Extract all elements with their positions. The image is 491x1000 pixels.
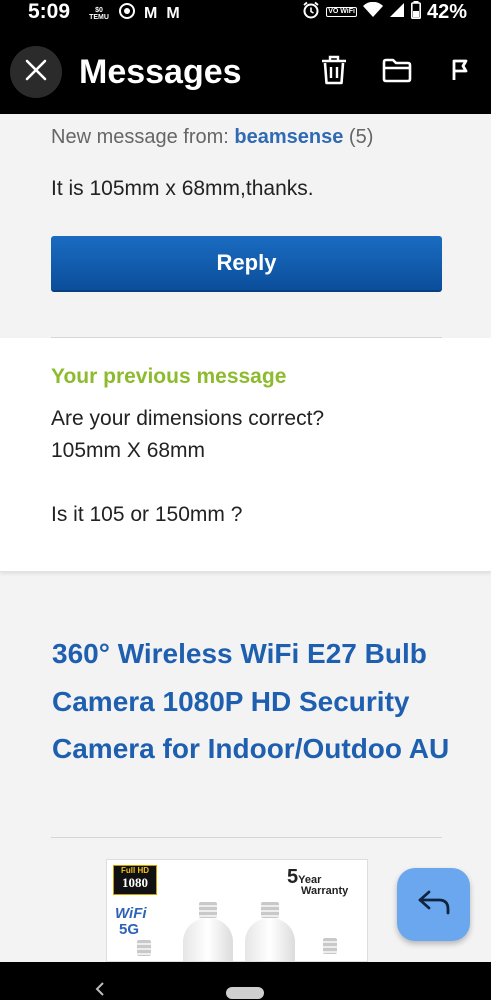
resolution-label: 1080 [122,875,148,890]
full-hd-badge: Full HD 1080 [113,865,157,895]
notification-icons: $0 TEMU M M [88,3,180,24]
page-title: Messages [79,53,242,91]
gmail-notification-icon: M [144,4,158,22]
bulb-base [199,902,217,918]
flag-button[interactable] [444,56,476,88]
previous-message-line: Are your dimensions correct? [51,407,325,430]
item-title-link[interactable]: 360° Wireless WiFi E27 Bulb Camera 1080P… [52,630,452,773]
message-from: New message from: beamsense (5) [51,124,373,150]
previous-message-line: 105mm X 68mm [51,439,206,462]
bulb-base [323,938,337,954]
vowifi-icon: VO WiFi [326,7,357,17]
system-icons: VO WiFi 42% [302,0,467,24]
app-bar: Messages [0,24,491,114]
delete-button[interactable] [318,55,350,90]
message-body: It is 105mm x 68mm,thanks. [51,177,314,200]
move-to-folder-button[interactable] [381,56,413,88]
navigation-bar [0,962,491,1000]
status-time: 5:09 [28,0,71,23]
bulb-base [137,940,151,956]
reply-button[interactable]: Reply [51,236,442,292]
previous-message-heading: Your previous message [51,365,287,388]
flag-icon [450,58,470,87]
previous-message-line: Is it 105 or 150mm ? [51,503,243,526]
wifi-logo: WiFi [115,905,147,922]
message-count: (5) [348,126,374,148]
home-pill[interactable] [226,987,264,999]
band-label: 5G [119,921,140,938]
product-image[interactable]: Full HD 1080 WiFi 5G 5Year Warranty [106,859,368,962]
bulb-camera [183,918,233,961]
warranty-badge: 5Year Warranty [287,867,349,897]
status-bar: 5:09 $0 TEMU M M VO WiFi 42% [0,0,491,24]
trash-icon [320,55,348,90]
full-hd-label: Full HD [121,866,149,875]
warranty-label: Warranty [301,885,349,897]
from-prefix: New message from: [51,126,235,148]
divider [51,837,442,838]
battery-percent: 42% [426,1,467,23]
close-button[interactable] [10,46,62,98]
reply-arrow-icon [417,889,451,920]
folder-icon [382,57,412,88]
warranty-years: 5 [287,866,299,888]
back-nav-icon[interactable] [95,980,105,1000]
chrome-notification-icon [119,3,135,24]
battery-icon [410,0,421,24]
wifi-icon [362,1,383,23]
floating-reply-button[interactable] [397,868,470,941]
bulb-camera [245,918,295,961]
alarm-icon [302,1,320,24]
previous-message-card: Your previous message Are your dimension… [0,338,491,572]
new-message-card: New message from: beamsense (5) It is 10… [0,114,491,338]
sender-link[interactable]: beamsense [234,126,343,148]
close-icon [25,59,47,86]
temu-notification-icon: $0 TEMU [89,6,109,21]
signal-icon [389,2,405,23]
gmail-notification-icon-2: M [166,4,180,22]
bulb-base [261,902,279,918]
